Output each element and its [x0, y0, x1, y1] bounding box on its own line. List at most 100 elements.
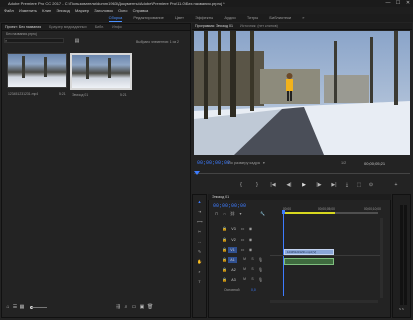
- sync-lock-icon[interactable]: ▭: [240, 226, 245, 231]
- slip-tool-icon[interactable]: ↔: [197, 239, 202, 244]
- mark-in-button[interactable]: {: [238, 182, 244, 188]
- list-view-icon[interactable]: ☰: [12, 304, 18, 310]
- mute-button[interactable]: M: [242, 267, 247, 272]
- menu-help[interactable]: Справка: [133, 7, 149, 14]
- sequence-thumbnail[interactable]: [70, 53, 132, 90]
- menu-sequence[interactable]: Эпизод: [56, 7, 70, 14]
- sync-lock-icon[interactable]: ▭: [240, 237, 245, 242]
- go-to-in-button[interactable]: |◀: [270, 182, 276, 188]
- eye-icon[interactable]: ◉: [248, 226, 253, 231]
- zoom-tool-icon[interactable]: ⌕: [197, 269, 202, 274]
- workspace-libraries[interactable]: Библиотеки: [269, 14, 291, 22]
- solo-button[interactable]: S: [250, 267, 255, 272]
- tab-project[interactable]: Проект: Без названия: [5, 24, 41, 30]
- track-a1-label[interactable]: A1: [228, 257, 237, 263]
- lock-icon[interactable]: 🔒: [222, 257, 227, 262]
- linked-selection-icon[interactable]: ⛓: [230, 211, 235, 216]
- new-bin-icon[interactable]: ▤: [74, 38, 80, 44]
- menu-file[interactable]: Файл: [4, 7, 14, 14]
- razor-tool-icon[interactable]: ✂: [197, 229, 202, 234]
- tab-program-monitor[interactable]: Программа: Эпизод 01: [195, 23, 233, 29]
- lock-icon[interactable]: 🔒: [222, 247, 227, 252]
- menu-edit[interactable]: Изменить: [19, 7, 37, 14]
- playhead-marker[interactable]: [194, 171, 200, 175]
- meter-solo-buttons[interactable]: S S: [399, 307, 404, 311]
- minimize-button[interactable]: —: [383, 0, 393, 7]
- timeline-settings-icon[interactable]: 🔧: [260, 211, 265, 216]
- trash-icon[interactable]: 🗑: [147, 304, 153, 310]
- snap-icon[interactable]: ∩: [222, 211, 227, 216]
- solo-button[interactable]: S: [250, 277, 255, 282]
- automate-to-sequence-icon[interactable]: ⇶: [115, 304, 121, 310]
- extract-button[interactable]: ⬚: [356, 182, 362, 188]
- program-timecode[interactable]: 00;00;00;00: [197, 160, 230, 166]
- workspace-color[interactable]: Цвет: [175, 14, 184, 22]
- resolution-dropdown[interactable]: 1/2: [341, 161, 346, 165]
- workspace-assembly[interactable]: Сборка: [108, 14, 123, 22]
- chevron-down-icon[interactable]: ▾: [263, 161, 265, 165]
- program-scrubber[interactable]: [194, 171, 410, 176]
- lock-icon[interactable]: 🔒: [222, 226, 227, 231]
- timeline-horizontal-scrollbar[interactable]: [270, 300, 378, 303]
- microphone-icon[interactable]: 🎙: [258, 267, 263, 272]
- lock-icon[interactable]: 🔒: [222, 267, 227, 272]
- work-area-bar[interactable]: [283, 212, 335, 214]
- track-a2-label[interactable]: A2: [230, 267, 237, 273]
- new-item-icon[interactable]: ▣: [139, 304, 145, 310]
- nest-toggle-icon[interactable]: ⊓: [214, 211, 219, 216]
- ripple-edit-tool-icon[interactable]: ⟷: [197, 219, 203, 224]
- pen-tool-icon[interactable]: ✎: [197, 249, 202, 254]
- settings-icon[interactable]: +: [393, 182, 399, 188]
- mute-button[interactable]: M: [242, 257, 247, 262]
- find-icon[interactable]: ⌕: [123, 304, 129, 310]
- workspace-titles[interactable]: Титры: [247, 14, 258, 22]
- lock-icon[interactable]: ⌂: [5, 304, 11, 310]
- audio-clip-a1[interactable]: [284, 258, 334, 265]
- track-v2-label[interactable]: V2: [230, 237, 237, 243]
- video-clip-v1[interactable]: 123451231231.mp4 [V]: [284, 249, 334, 255]
- play-button[interactable]: ▶: [301, 182, 307, 188]
- tab-info[interactable]: Инфо: [112, 24, 122, 30]
- microphone-icon[interactable]: 🎙: [258, 277, 263, 282]
- track-select-tool-icon[interactable]: ⇥: [197, 209, 202, 214]
- go-to-out-button[interactable]: ▶|: [331, 182, 337, 188]
- timeline-timecode[interactable]: 00;00;00;00: [213, 203, 246, 209]
- clip-thumbnail-video[interactable]: [7, 53, 67, 88]
- menu-marker[interactable]: Маркер: [75, 7, 89, 14]
- eye-icon[interactable]: ◉: [248, 237, 253, 242]
- workspace-editing[interactable]: Редактирование: [133, 14, 163, 22]
- tab-media-browser[interactable]: Браузер медиаданных: [49, 24, 87, 30]
- close-button[interactable]: ✕: [403, 0, 413, 7]
- workspace-more[interactable]: »: [302, 14, 304, 22]
- export-frame-button[interactable]: ⊙: [368, 182, 374, 188]
- lift-button[interactable]: ⤓: [344, 182, 350, 188]
- solo-button[interactable]: S: [250, 257, 255, 262]
- step-back-button[interactable]: ◀|: [286, 182, 292, 188]
- program-video-frame[interactable]: [194, 31, 410, 155]
- eye-icon[interactable]: ◉: [248, 247, 253, 252]
- menu-window[interactable]: Окно: [118, 7, 127, 14]
- maximize-button[interactable]: ☐: [393, 0, 403, 7]
- mark-out-button[interactable]: }: [254, 182, 260, 188]
- icon-view-icon[interactable]: ▦: [19, 304, 25, 310]
- step-forward-button[interactable]: |▶: [316, 182, 322, 188]
- new-bin-icon[interactable]: ▭: [131, 304, 137, 310]
- workspace-audio[interactable]: Аудио: [224, 14, 235, 22]
- timeline-vertical-scrollbar[interactable]: [380, 218, 383, 298]
- lock-icon[interactable]: 🔒: [222, 277, 227, 282]
- menu-title[interactable]: Заголовок: [94, 7, 113, 14]
- menu-clip[interactable]: Клип: [42, 7, 51, 14]
- tab-source-monitor[interactable]: Источник: (нет клипов): [240, 23, 278, 29]
- project-search-input[interactable]: [4, 38, 64, 43]
- workspace-effects[interactable]: Эффекты: [195, 14, 213, 22]
- hand-tool-icon[interactable]: ✋: [197, 259, 202, 264]
- master-volume-value[interactable]: 0,0: [251, 288, 256, 292]
- track-v3-label[interactable]: V3: [230, 226, 237, 232]
- selection-tool-icon[interactable]: ▲: [197, 199, 202, 204]
- tab-libraries[interactable]: Библ.: [95, 24, 104, 30]
- mute-button[interactable]: M: [242, 277, 247, 282]
- sync-lock-icon[interactable]: ▭: [240, 247, 245, 252]
- type-tool-icon[interactable]: T: [197, 279, 202, 284]
- fit-dropdown[interactable]: По размеру кадра: [228, 161, 260, 165]
- track-a3-label[interactable]: A3: [230, 277, 237, 283]
